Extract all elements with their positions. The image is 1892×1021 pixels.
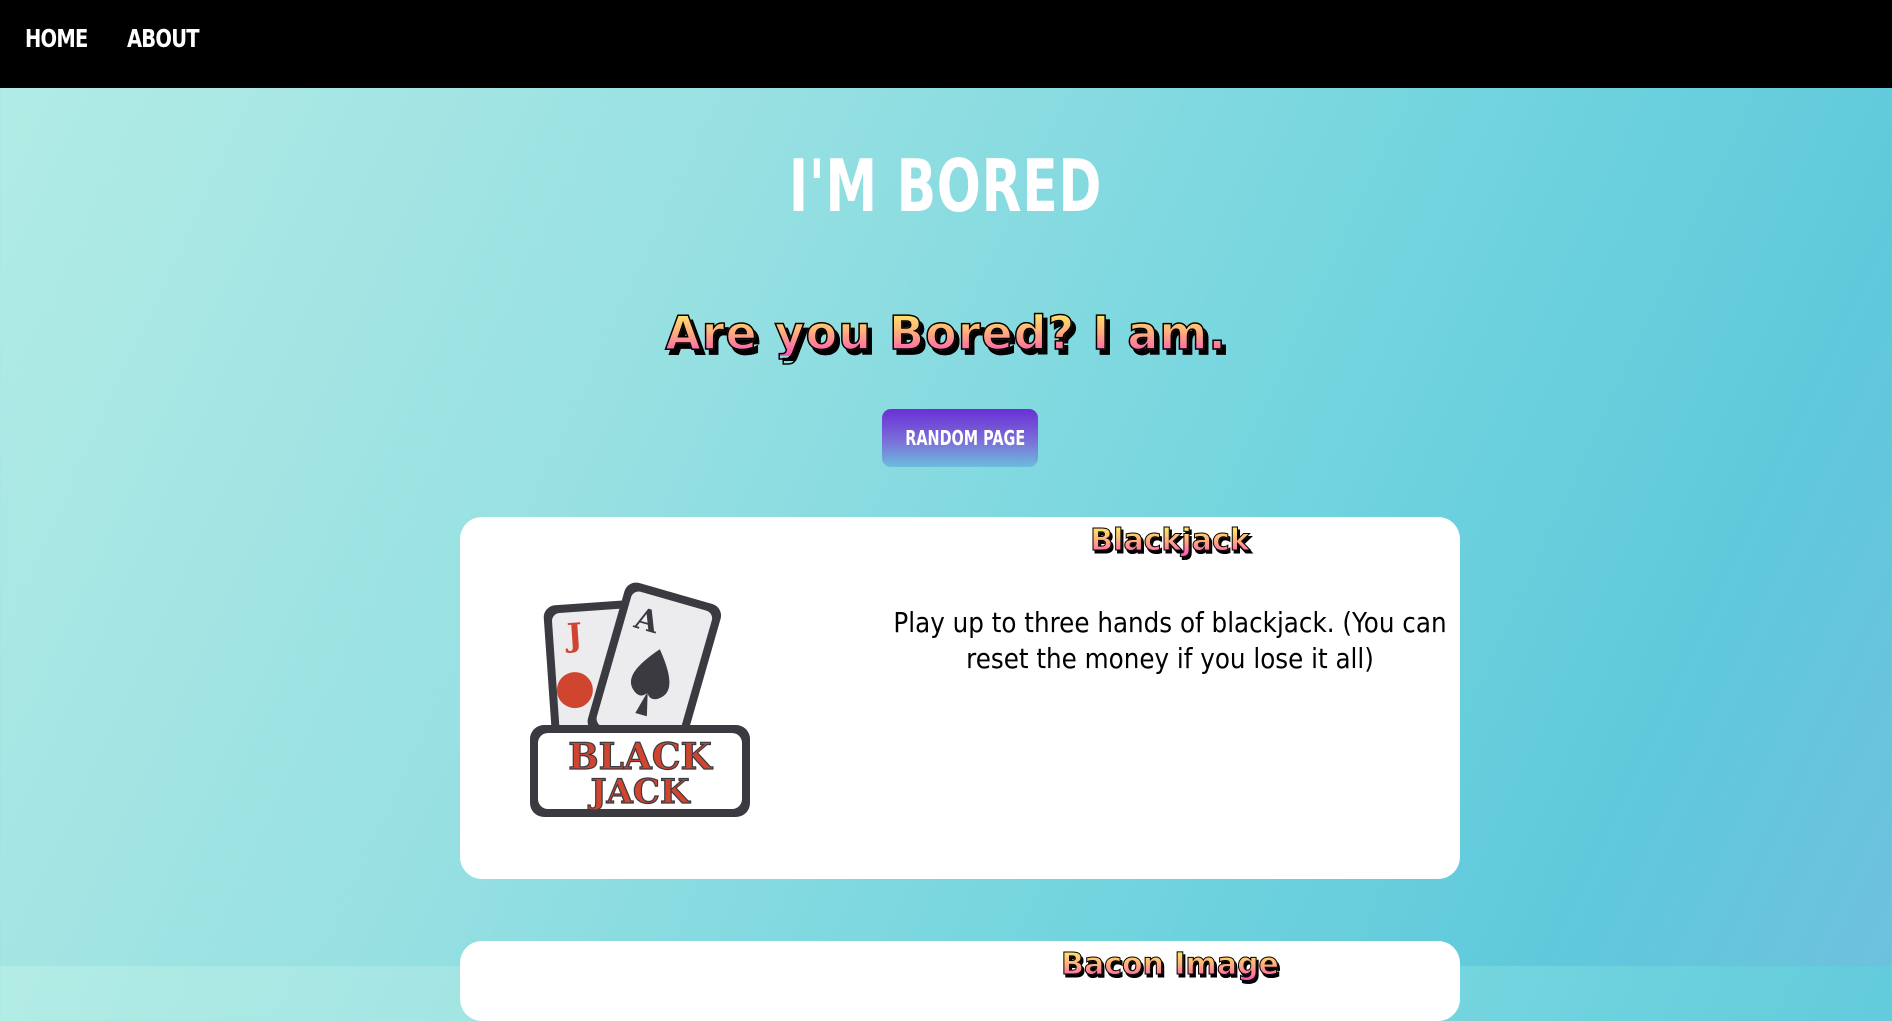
nav-home-link[interactable]: HOME bbox=[25, 24, 88, 53]
game-card-bacon-image[interactable]: Bacon Image bbox=[460, 941, 1460, 1021]
tagline-text: Are you Bored? I am. bbox=[664, 306, 1227, 360]
game-card-blackjack[interactable]: J A BLACK JACK Blackjack Play up to thre… bbox=[460, 517, 1460, 879]
nav-about-link[interactable]: ABOUT bbox=[127, 24, 200, 53]
tagline: Are you Bored? I am. bbox=[0, 306, 1892, 360]
page-title: I'M BORED bbox=[0, 150, 1892, 222]
top-navbar: HOME ABOUT bbox=[0, 0, 1892, 88]
blackjack-logo-image: J A BLACK JACK bbox=[530, 582, 750, 817]
card-title-text: Bacon Image bbox=[1061, 947, 1280, 982]
card-title-text: Blackjack bbox=[1090, 523, 1250, 558]
card-description: Play up to three hands of blackjack. (Yo… bbox=[890, 605, 1450, 677]
card-title: Bacon Image bbox=[890, 947, 1450, 982]
random-page-button-label: RANDOM PAGE bbox=[905, 426, 1026, 450]
random-page-button[interactable]: RANDOM PAGE bbox=[882, 409, 1038, 467]
logo-line-jack: JACK bbox=[587, 772, 691, 812]
card-title: Blackjack bbox=[890, 523, 1450, 558]
card-description-text: Play up to three hands of blackjack. (Yo… bbox=[893, 606, 1447, 675]
page-title-text: I'M BORED bbox=[789, 144, 1103, 228]
